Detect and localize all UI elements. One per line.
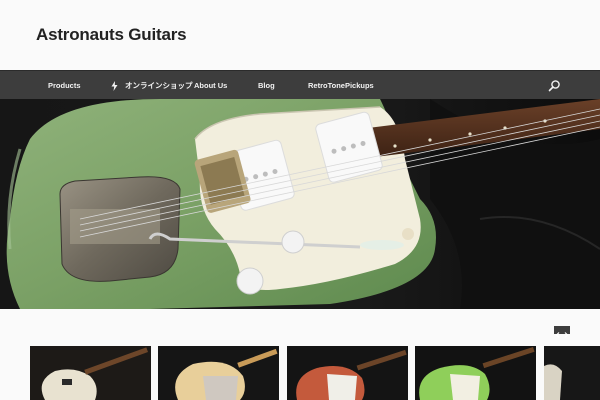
product-thumbnail[interactable] [415,346,536,400]
site-header: Astronauts Guitars [0,0,600,70]
hero-image [0,99,600,309]
site-title[interactable]: Astronauts Guitars [36,25,187,45]
hero-guitar-photo [0,99,600,309]
carousel-next-button[interactable] [562,326,570,338]
search-icon[interactable] [548,79,561,92]
product-thumbnail[interactable] [158,346,279,400]
product-thumbnail[interactable] [544,346,600,400]
product-thumbnail[interactable] [287,346,408,400]
carousel-prev-button[interactable] [554,326,562,338]
chevron-right-icon [564,332,569,338]
nav-item-online-shop-label: オンラインショップ [125,81,193,90]
nav-item-about-us[interactable]: About Us [194,71,227,100]
lightning-bolt-icon [111,81,118,92]
main-navigation: Products オンラインショップ About Us Blog RetroTo… [0,70,600,99]
chevron-left-icon [555,332,560,338]
nav-item-products[interactable]: Products [48,71,81,100]
product-thumbnail[interactable] [30,346,151,400]
nav-item-retrotone-pickups[interactable]: RetroTonePickups [308,71,374,100]
nav-item-online-shop[interactable]: オンラインショップ [111,71,193,100]
nav-item-blog[interactable]: Blog [258,71,275,100]
